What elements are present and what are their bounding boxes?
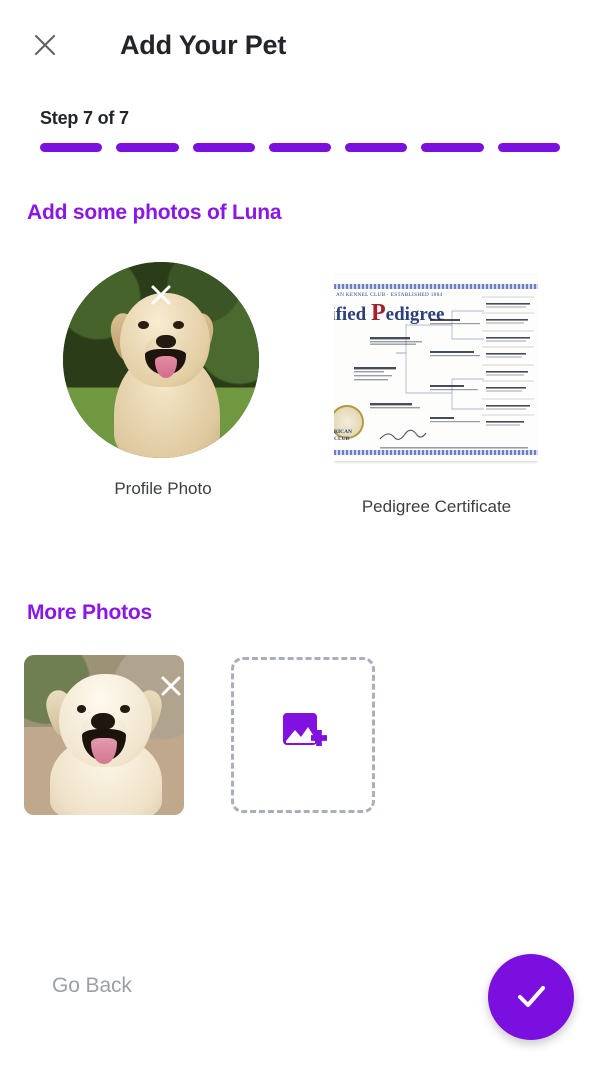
remove-more-photo-button[interactable]: [157, 672, 184, 705]
go-back-button[interactable]: Go Back: [52, 974, 132, 998]
profile-photo[interactable]: [63, 262, 259, 458]
certificate-document: AN KENNEL CLUB · ESTABLISHED 1884 tified…: [334, 275, 538, 461]
more-photo-thumbnail[interactable]: [24, 655, 184, 815]
primary-media-row: Profile Photo AN KENNEL CLUB · ESTABLISH…: [0, 262, 600, 547]
submit-button[interactable]: [488, 954, 574, 1040]
step-label: Step 7 of 7: [40, 108, 129, 128]
add-image-icon: [277, 707, 329, 764]
pedigree-certificate-caption: Pedigree Certificate: [361, 497, 512, 516]
more-photos-grid: [24, 655, 375, 815]
check-icon: [511, 976, 551, 1019]
progress-segment-4: [268, 143, 332, 152]
close-icon: [161, 676, 181, 696]
pedigree-certificate-slot: AN KENNEL CLUB · ESTABLISHED 1884 tified…: [334, 267, 539, 523]
add-pet-screen: Add Your Pet Step 7 of 7 Add some photos…: [0, 0, 600, 1067]
add-photo-tile[interactable]: [231, 657, 375, 813]
progress-segment-5: [345, 143, 408, 152]
section-heading-photos: Add some photos of Luna: [27, 201, 282, 224]
certificate-seal-text: RICAN CLUB: [334, 429, 352, 443]
progress-segment-7: [497, 143, 560, 152]
close-button[interactable]: [22, 22, 68, 68]
certificate-seal-line2: CLUB: [334, 436, 350, 443]
progress-segment-1: [40, 143, 103, 152]
progress-bar: [40, 143, 560, 152]
progress-segment-6: [421, 143, 484, 152]
progress-segment-2: [116, 143, 179, 152]
profile-photo-slot: Profile Photo: [63, 262, 263, 502]
page-title: Add Your Pet: [120, 29, 287, 60]
section-heading-more-photos: More Photos: [27, 601, 152, 624]
close-icon: [151, 285, 171, 305]
pedigree-certificate-photo[interactable]: AN KENNEL CLUB · ESTABLISHED 1884 tified…: [334, 267, 538, 467]
remove-profile-photo-button[interactable]: [147, 281, 175, 314]
certificate-seal-line1: RICAN: [334, 429, 353, 436]
certificate-pedigree-tree: [354, 296, 534, 449]
close-icon: [32, 32, 58, 58]
progress-segment-3: [192, 143, 255, 152]
certificate-signature: [379, 429, 427, 440]
profile-photo-caption: Profile Photo: [114, 479, 212, 498]
app-header: Add Your Pet: [0, 22, 600, 68]
